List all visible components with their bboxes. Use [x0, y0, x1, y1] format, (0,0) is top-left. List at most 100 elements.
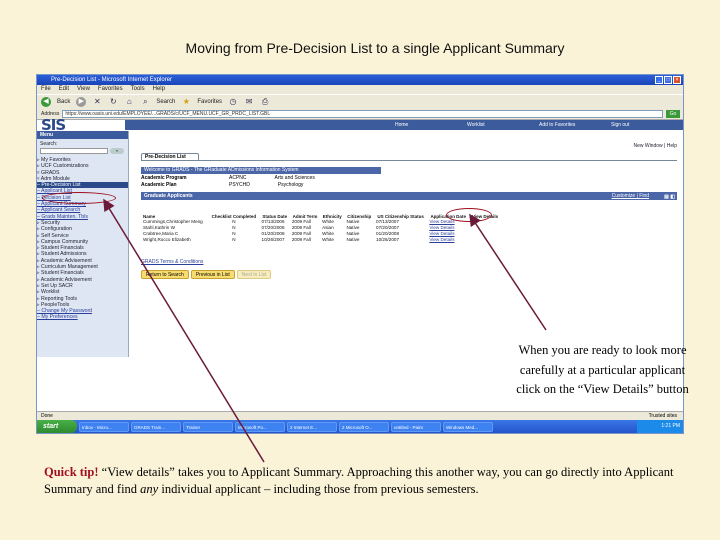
info-value: Psychology: [277, 181, 304, 188]
nav-add-favorites[interactable]: Add to Favorites: [539, 120, 611, 130]
window-title: Pre-Decision List - Microsoft Internet E…: [51, 77, 173, 83]
favorites-label[interactable]: Favorites: [197, 99, 222, 105]
search-label[interactable]: Search: [156, 99, 175, 105]
taskbar-item[interactable]: untitled - Paint: [391, 421, 441, 432]
taskbar-item[interactable]: 2 Internet E...: [287, 421, 337, 432]
tab-divider: [141, 160, 677, 161]
nav-sign-out[interactable]: Sign out: [611, 120, 683, 130]
welcome-banner: Welcome to GRADS - The GRaduate ADmissio…: [141, 167, 381, 174]
back-label[interactable]: Back: [57, 99, 70, 105]
return-to-search-button[interactable]: Return to Search: [141, 270, 189, 279]
table-row: Wright,Rocco Elizabeth N 10/26/2007 2009…: [141, 237, 501, 243]
column-header: Status Date: [262, 214, 288, 219]
start-button[interactable]: start: [37, 420, 77, 433]
menu-favorites[interactable]: Favorites: [98, 85, 123, 94]
status-text: Done: [41, 413, 53, 419]
close-button[interactable]: ×: [673, 76, 681, 84]
view-details-link[interactable]: View Details: [427, 237, 469, 243]
taskbar-item[interactable]: Inbox - Micro...: [79, 421, 129, 432]
search-icon[interactable]: ⌕: [140, 97, 150, 107]
grads-terms-link[interactable]: GRADS Terms & Conditions: [141, 259, 203, 265]
history-icon[interactable]: ◷: [228, 97, 238, 107]
action-buttons: Return to Search Previous in List Next i…: [141, 270, 272, 279]
applicants-table: Name Checklist Completed Status Date Adm…: [141, 201, 501, 243]
home-icon[interactable]: ⌂: [124, 97, 134, 107]
app-header: SIS Home Worklist Add to Favorites Sign …: [37, 116, 683, 134]
mail-icon[interactable]: ✉: [244, 97, 254, 107]
cell-admit-term: 2009 Fall: [291, 237, 311, 242]
forward-arrow-icon[interactable]: ▶: [76, 97, 87, 107]
menu-help[interactable]: Help: [153, 85, 165, 94]
callout-line: click on the “View Details” button: [516, 382, 689, 396]
address-input[interactable]: https://www.oasis.uni.edu/EMPLOYEE/...GR…: [62, 110, 663, 118]
new-window-help-links[interactable]: New Window | Help: [633, 143, 677, 149]
highlight-ellipse-view-details: [446, 208, 492, 222]
column-header: Checklist Completed: [211, 214, 257, 219]
menu-tree: ▹ My Favorites ▹ UCF Customizations ▿ GR…: [37, 157, 128, 321]
cell-ethnicity: White: [322, 237, 334, 242]
favorites-star-icon[interactable]: ★: [181, 97, 191, 107]
column-header: US Citizenship Status: [377, 214, 424, 219]
taskbar-item[interactable]: Windows Med...: [443, 421, 493, 432]
windows-taskbar: start Inbox - Micro... GRADS Train... Tr…: [37, 420, 683, 433]
browser-menubar: File Edit View Favorites Tools Help: [37, 85, 683, 94]
grid-title: Graduate Applicants: [144, 193, 193, 199]
customize-find-links[interactable]: Customize | Find: [612, 192, 649, 200]
refresh-icon[interactable]: ↻: [108, 97, 118, 107]
browser-titlebar: Pre-Decision List - Microsoft Internet E…: [37, 75, 683, 85]
back-arrow-icon[interactable]: ◀: [41, 97, 51, 107]
column-header: Name: [143, 214, 156, 219]
address-bar: Address https://www.oasis.uni.edu/EMPLOY…: [37, 109, 683, 120]
app-topnav: Home Worklist Add to Favorites Sign out: [125, 120, 683, 130]
cell-name: Wright,Rocco Elizabeth: [143, 237, 191, 242]
browser-statusbar: Done Trusted sites: [37, 411, 683, 420]
slide-title: Moving from Pre-Decision List to a singl…: [185, 40, 565, 56]
menu-item[interactable]: – My Preferences: [37, 314, 128, 320]
menu-search-button[interactable]: »: [110, 148, 124, 154]
view-details-callout: When you are ready to look more carefull…: [500, 341, 705, 400]
taskbar-item[interactable]: Trainer: [183, 421, 233, 432]
menu-search-input[interactable]: [40, 148, 108, 154]
main-content: New Window | Help Pre-Decision List Welc…: [137, 131, 683, 361]
quick-tip-emphasis: any: [140, 482, 159, 496]
quick-tip-text-end: individual applicant – including those f…: [161, 482, 479, 496]
grid-view-icon[interactable]: ▤ ◧: [664, 193, 675, 201]
maximize-button[interactable]: □: [664, 76, 672, 84]
menu-file[interactable]: File: [41, 85, 51, 94]
info-label: Academic Plan: [141, 181, 177, 188]
quick-tip: Quick tip! “View details” takes you to A…: [44, 464, 704, 498]
nav-home[interactable]: Home: [395, 120, 467, 130]
previous-in-list-button[interactable]: Previous in List: [190, 270, 235, 279]
menu-edit[interactable]: Edit: [59, 85, 69, 94]
tab-pre-decision-list[interactable]: Pre-Decision List: [141, 153, 199, 160]
cell-citizenship: Native: [346, 237, 360, 242]
minimize-button[interactable]: _: [655, 76, 663, 84]
applicants-grid-header: Graduate Applicants Customize | Find ▤ ◧: [141, 192, 677, 200]
go-button[interactable]: Go: [666, 110, 680, 118]
left-menu: Menu Search: » ▹ My Favorites ▹ UCF Cust…: [37, 131, 129, 357]
cell-checklist: N: [232, 237, 236, 242]
taskbar-item[interactable]: Microsoft Po...: [235, 421, 285, 432]
menu-tools[interactable]: Tools: [131, 85, 145, 94]
info-value: PSYCHD: [229, 181, 250, 188]
column-header: Ethnicity: [322, 214, 342, 219]
callout-line: carefully at a particular applicant: [519, 362, 686, 377]
program-info: Academic Program ACPNC Arts and Sciences…: [141, 175, 315, 188]
nav-worklist[interactable]: Worklist: [467, 120, 539, 130]
taskbar-item[interactable]: 2 Microsoft O...: [339, 421, 389, 432]
cell-application-date: 10/26/2007: [376, 237, 400, 242]
stop-icon[interactable]: ✕: [92, 97, 102, 107]
system-clock: 1:21 PM: [637, 420, 683, 433]
menu-view[interactable]: View: [77, 85, 90, 94]
column-header: Admit Term: [292, 214, 318, 219]
next-in-list-button[interactable]: Next in List: [236, 270, 272, 279]
column-header: Citizenship: [347, 214, 372, 219]
callout-line: When you are ready to look more: [518, 343, 687, 357]
print-icon[interactable]: ⎙: [260, 97, 270, 107]
quick-tip-label: Quick tip!: [44, 465, 99, 479]
browser-toolbar: ◀ Back ▶ ✕ ↻ ⌂ ⌕ Search ★ Favorites ◷ ✉ …: [37, 94, 683, 109]
menu-header: Menu: [37, 131, 128, 139]
cell-status-date: 10/26/2007: [261, 237, 285, 242]
taskbar-item[interactable]: GRADS Train...: [131, 421, 181, 432]
menu-search-label: Search:: [40, 141, 58, 147]
